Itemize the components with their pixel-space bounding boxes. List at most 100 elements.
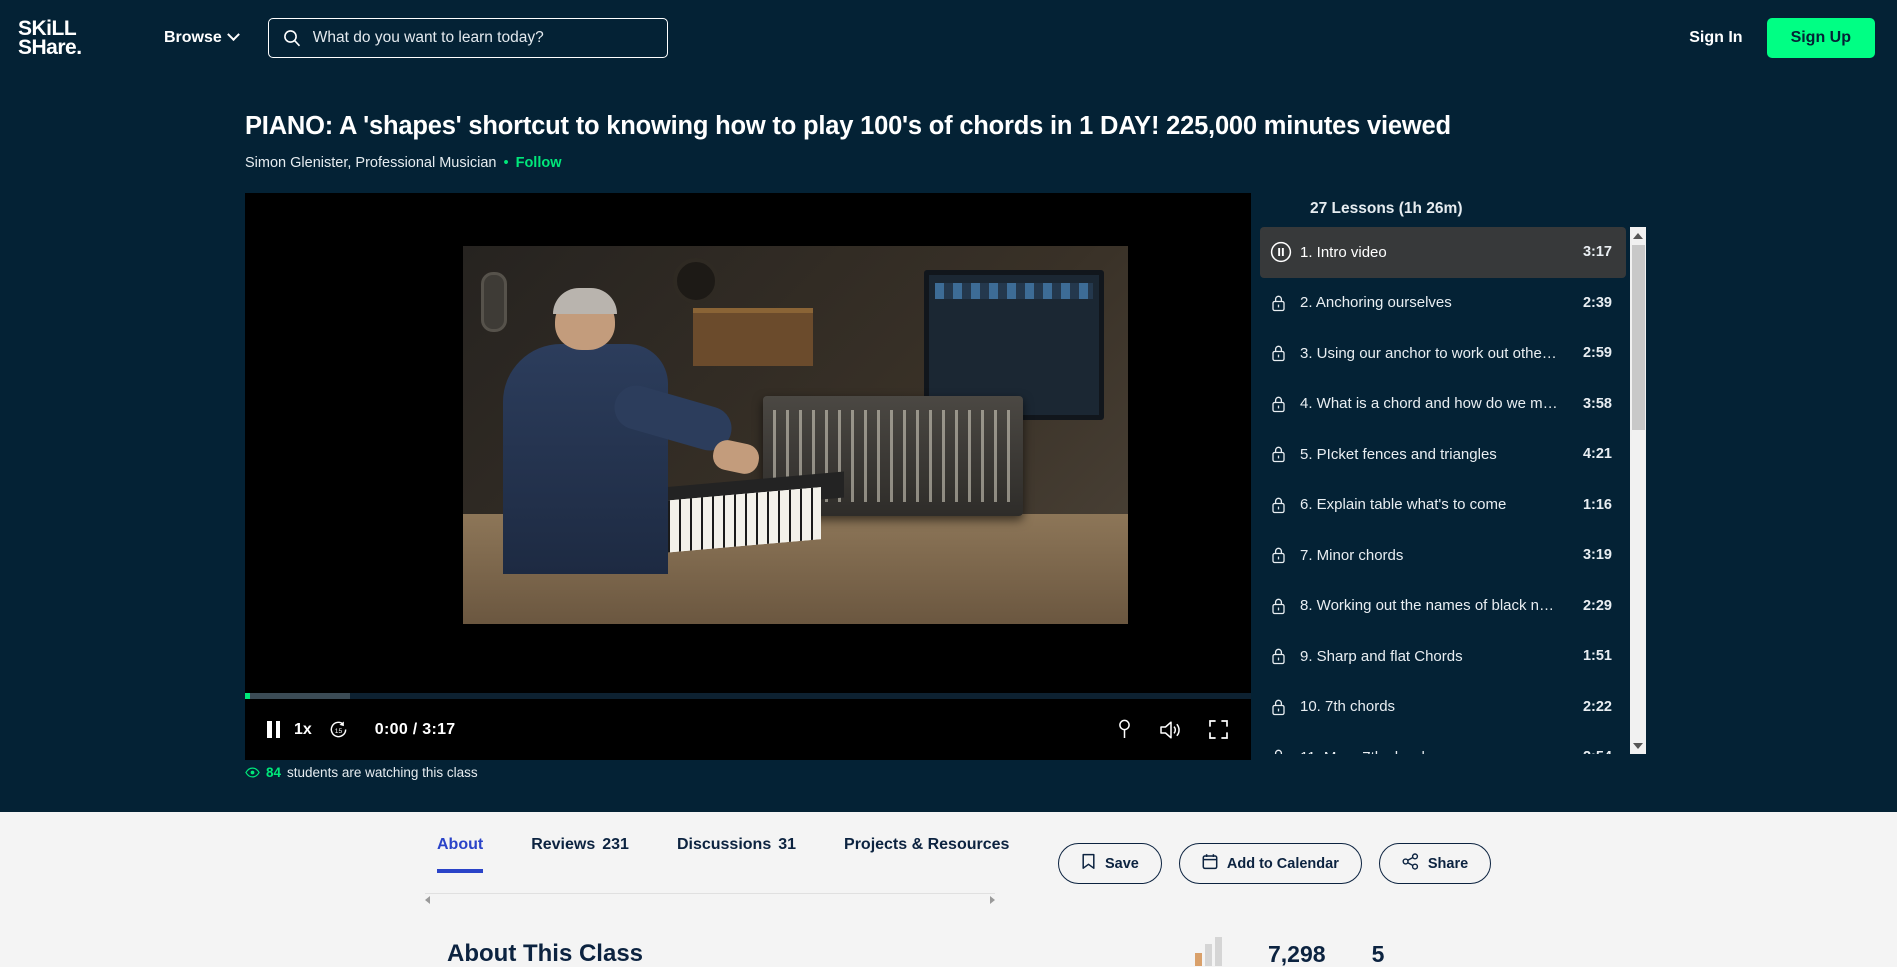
lock-icon — [1272, 295, 1285, 311]
lesson-item[interactable]: 3. Using our anchor to work out othe… 2:5… — [1260, 328, 1626, 379]
studio-microphone — [481, 272, 507, 332]
svg-text:15: 15 — [335, 728, 343, 735]
lock-icon — [1270, 596, 1300, 616]
tab-count: 231 — [602, 836, 629, 853]
tab-reviews[interactable]: Reviews 231 — [531, 836, 629, 873]
lesson-item[interactable]: 4. What is a chord and how do we m… 3:58 — [1260, 379, 1626, 430]
rewind-15-icon: 15 — [330, 721, 347, 738]
lesson-duration: 3:19 — [1582, 547, 1612, 564]
search-icon — [283, 29, 300, 46]
page-title: PIANO: A 'shapes' shortcut to knowing ho… — [245, 112, 1451, 140]
scroll-up-arrow[interactable] — [1630, 227, 1646, 244]
save-button[interactable]: Save — [1058, 843, 1162, 884]
lesson-title: 11. More 7th chords — [1300, 749, 1583, 754]
lessons-heading: 27 Lessons (1h 26m) — [1310, 200, 1463, 217]
class-tabs: About Reviews 231 Discussions 31 Projects & R… — [437, 836, 1009, 873]
lock-icon — [1270, 495, 1300, 515]
class-byline: Simon Glenister, Professional Musician •… — [245, 155, 562, 171]
tab-label: About — [437, 836, 484, 853]
stat-projects-value: 5 — [1371, 941, 1385, 967]
instructor-body — [503, 344, 668, 574]
browse-label: Browse — [164, 28, 222, 46]
marker-pin-icon — [1119, 719, 1130, 738]
marker-pin-button[interactable] — [1116, 719, 1133, 740]
lock-icon — [1272, 446, 1285, 463]
lesson-item[interactable]: 6. Explain table what's to come 1:16 — [1260, 480, 1626, 531]
byline-separator: • — [503, 155, 509, 171]
tabs-scroll-right-arrow[interactable] — [990, 895, 995, 904]
lesson-item[interactable]: 10. 7th chords 2:22 — [1260, 682, 1626, 733]
video-controls-bar: 1x 15 0:00 / 3:17 — [245, 699, 1251, 760]
sign-in-link[interactable]: Sign In — [1689, 29, 1742, 47]
rewind-15-button[interactable]: 15 — [328, 719, 349, 740]
add-to-calendar-button[interactable]: Add to Calendar — [1178, 843, 1362, 884]
header-actions: Sign In Sign Up — [1689, 17, 1875, 58]
lesson-item[interactable]: 11. More 7th chords2:54 — [1260, 732, 1626, 754]
scrollbar-thumb[interactable] — [1631, 245, 1645, 430]
pause-button[interactable] — [267, 721, 280, 738]
author-name[interactable]: Simon Glenister, Professional Musician — [245, 155, 496, 171]
fullscreen-button[interactable] — [1208, 719, 1229, 740]
tab-projects-resources[interactable]: Projects & Resources — [844, 836, 1009, 873]
fullscreen-icon — [1209, 720, 1228, 739]
logo-line-1: SKiLL — [18, 16, 77, 40]
class-stats: 7,298 5 — [1195, 937, 1385, 967]
chevron-down-icon — [226, 28, 240, 42]
tab-about[interactable]: About — [437, 836, 484, 873]
viewer-count: 84 — [266, 765, 282, 780]
lesson-item[interactable]: 8. Working out the names of black n… 2:29 — [1260, 581, 1626, 632]
lock-icon — [1272, 345, 1285, 362]
bar-chart-icon — [1195, 937, 1222, 966]
lesson-title: 1. Intro video — [1300, 243, 1387, 261]
lock-icon — [1272, 396, 1285, 412]
pause-circle-icon — [1270, 241, 1300, 263]
action-label: Share — [1427, 855, 1469, 872]
lesson-duration: 2:54 — [1583, 749, 1612, 754]
lock-icon — [1270, 293, 1300, 313]
calendar-icon — [1202, 853, 1218, 874]
video-player[interactable] — [245, 193, 1251, 760]
lesson-title: 6. Explain table what's to come — [1300, 496, 1507, 514]
time-display: 0:00 / 3:17 — [374, 720, 456, 738]
sign-up-button[interactable]: Sign Up — [1766, 17, 1875, 58]
lesson-item[interactable]: 9. Sharp and flat Chords 1:51 — [1260, 631, 1626, 682]
site-header: SKiLL SHare. Browse Sign In Sign Up — [0, 0, 1897, 75]
lessons-list[interactable]: 1. Intro video 3:17 2. Anchoring ourselves… — [1260, 227, 1626, 754]
lesson-duration: 1:51 — [1582, 648, 1612, 665]
lock-icon — [1270, 444, 1300, 464]
share-button[interactable]: Share — [1378, 843, 1492, 884]
follow-button[interactable]: Follow — [516, 155, 562, 171]
studio-amp — [693, 308, 813, 366]
lock-icon — [1270, 343, 1300, 363]
scroll-down-arrow[interactable] — [1630, 737, 1646, 754]
lock-icon — [1270, 394, 1300, 414]
browse-menu[interactable]: Browse — [164, 28, 240, 47]
playback-speed-button[interactable]: 1x — [294, 721, 312, 739]
tab-count: 31 — [778, 836, 797, 853]
lock-icon — [1272, 497, 1285, 513]
tab-discussions[interactable]: Discussions 31 — [677, 836, 796, 873]
logo-line-2: SHare. — [18, 35, 82, 59]
tabs-scroll-indicator[interactable] — [425, 893, 995, 905]
lesson-item[interactable]: 7. Minor chords 3:19 — [1260, 530, 1626, 581]
tab-label: Projects & Resources — [844, 836, 1010, 853]
studio-speaker — [673, 258, 719, 304]
lessons-scrollbar[interactable] — [1630, 227, 1646, 754]
lesson-duration: 2:22 — [1582, 698, 1612, 715]
lesson-title: 2. Anchoring ourselves — [1300, 294, 1452, 312]
lesson-item[interactable]: 2. Anchoring ourselves 2:39 — [1260, 278, 1626, 329]
action-label: Save — [1105, 855, 1139, 872]
bookmark-icon — [1081, 853, 1096, 874]
search-input[interactable] — [312, 28, 653, 47]
volume-icon — [1160, 720, 1180, 739]
pause-icon — [267, 721, 280, 738]
lock-icon — [1270, 646, 1300, 666]
lock-icon — [1272, 699, 1285, 715]
skillshare-logo[interactable]: SKiLL SHare. — [18, 16, 126, 59]
search-box[interactable] — [267, 17, 668, 58]
lesson-item[interactable]: 1. Intro video 3:17 — [1260, 227, 1626, 278]
tabs-scroll-left-arrow[interactable] — [425, 895, 430, 904]
lesson-item[interactable]: 5. PIcket fences and triangles 4:21 — [1260, 429, 1626, 480]
share-icon — [1402, 853, 1419, 874]
volume-button[interactable] — [1159, 720, 1182, 740]
